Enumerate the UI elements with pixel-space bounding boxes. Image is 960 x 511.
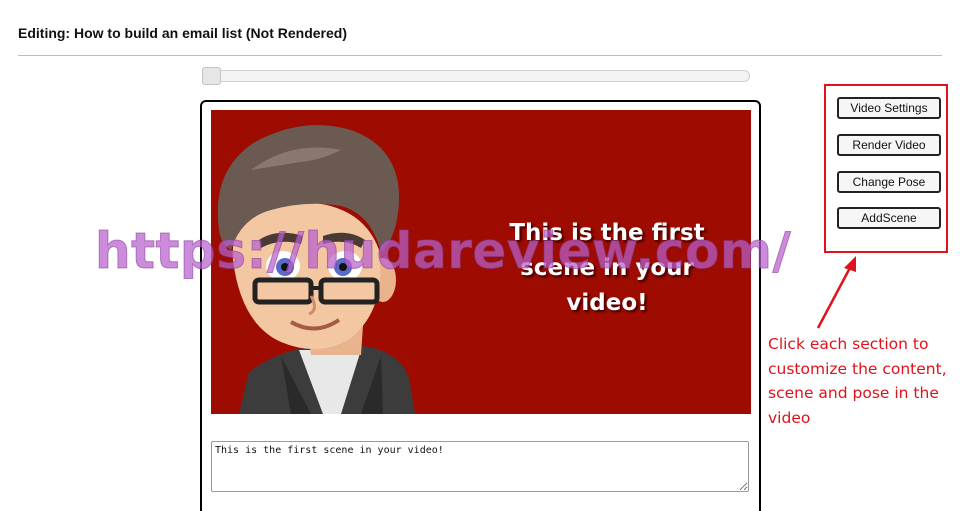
annotation-note: Click each section to customize the cont…: [768, 335, 947, 427]
annotation-arrow-icon: [816, 256, 856, 329]
scene-preview[interactable]: This is the first scene in your video!: [211, 110, 751, 414]
render-video-button[interactable]: Render Video: [837, 134, 941, 156]
timeline-slider-track[interactable]: [202, 70, 750, 82]
scene-preview-text: This is the first scene in your video!: [509, 220, 705, 316]
timeline-slider-handle[interactable]: [202, 67, 221, 85]
editor-actions-highlight: Video Settings Render Video Change Pose …: [824, 84, 948, 253]
add-scene-button[interactable]: AddScene: [837, 207, 941, 229]
scene-text-input[interactable]: This is the first scene in your video!: [211, 441, 749, 492]
title-divider: [18, 55, 942, 56]
video-settings-button[interactable]: Video Settings: [837, 97, 941, 119]
page-title: Editing: How to build an email list (Not…: [18, 25, 347, 41]
change-pose-button[interactable]: Change Pose: [837, 171, 941, 193]
